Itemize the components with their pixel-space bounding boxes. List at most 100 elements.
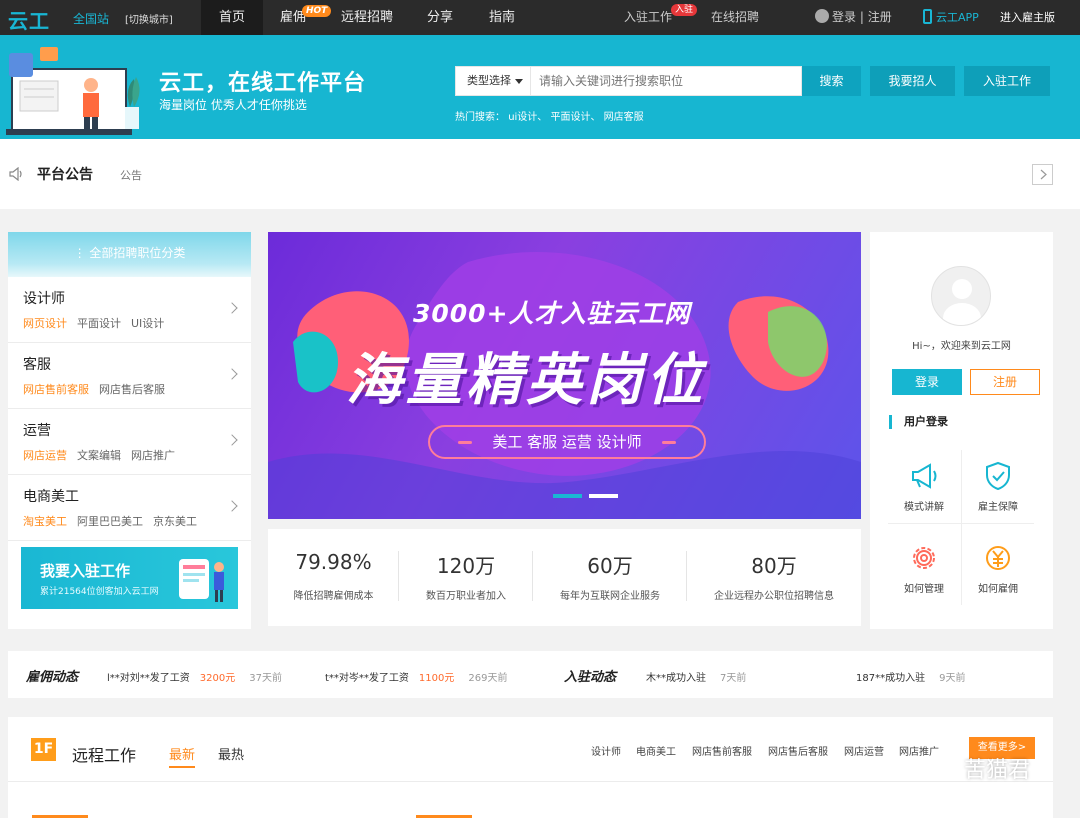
subcategory-link[interactable]: 网店售后客服 [99,383,165,396]
banner-main-title: 海量精英岗位 [346,348,706,413]
chevron-right-icon [226,368,238,380]
search-button[interactable]: 搜索 [802,66,861,96]
speaker-icon [9,167,22,181]
top-login-link[interactable]: 登录 [832,10,856,24]
chevron-right-icon [226,434,238,446]
floor-category-link[interactable]: 设计师 [591,743,621,758]
carousel-dot[interactable] [589,494,618,498]
switch-city-link[interactable]: [切换城市] [125,11,173,26]
avatar [931,266,991,326]
hire-button[interactable]: 我要招人 [870,66,955,96]
watermark-text: 苦猫君 [964,758,1031,783]
join-activity-item[interactable]: 木**成功入驻 7天前 [646,669,746,684]
how-to-hire-link[interactable]: 如何雇佣 [961,532,1035,612]
phone-illustration-icon [179,559,224,602]
activity-amount: 3200元 [199,673,236,684]
hot-search-label: 热门搜索： [455,112,505,123]
subcategory-link[interactable]: 京东美工 [153,515,197,528]
hire-activity-item[interactable]: t**对岑**发了工资 1100元 269天前 [325,669,507,684]
mode-explain-link[interactable]: 模式讲解 [887,450,961,530]
activity-amount: 1100元 [418,673,455,684]
announcement-bar: 平台公告 公告 [0,139,1080,209]
app-link[interactable]: 云工APP [923,0,979,35]
site-logo[interactable]: 云工 [8,5,50,34]
join-badge: 入驻 [671,4,698,16]
top-register-link[interactable]: 注册 [868,10,892,24]
activity-time: 37天前 [249,673,282,684]
user-login-heading: 用户登录 [889,415,948,429]
join-work-link[interactable]: 入驻工作 [624,0,672,35]
nav-home[interactable]: 首页 [201,0,263,35]
tab-hottest[interactable]: 最热 [218,744,244,763]
subcategory-link[interactable]: 网页设计 [23,317,67,330]
search-input[interactable] [532,67,800,95]
category-item-service[interactable]: 客服 网店售前客服 网店售后客服 [8,343,251,409]
employer-version-link[interactable]: 进入雇主版 [1000,0,1055,35]
floor-category-link[interactable]: 网店售前客服 [692,743,752,758]
grid-label: 雇主保障 [978,502,1018,513]
top-nav-bar: 云工 全国站 [切换城市] 首页 雇佣 HOT 远程招聘 分享 指南 入驻工作 … [0,0,1080,35]
stat-label: 每年为互联网企业服务 [560,591,660,602]
welcome-text: Hi~，欢迎来到云工网 [912,341,1011,352]
stat-item: 80万 企业远程办公职位招聘信息 [687,529,861,626]
activity-text: l**对刘**发了工资 [107,673,190,684]
login-button[interactable]: 登录 [892,369,962,395]
join-activity-item[interactable]: 187**成功入驻 9天前 [856,669,965,684]
subcategory-link[interactable]: 平面设计 [77,317,121,330]
join-promo-card[interactable]: 我要入驻工作 累计21564位创客加入云工网 [21,547,238,609]
nav-guide[interactable]: 指南 [476,0,528,35]
nav-remote-recruit[interactable]: 远程招聘 [330,0,404,35]
employer-guarantee-link[interactable]: 雇主保障 [961,450,1035,530]
chevron-right-icon [1040,169,1047,180]
hot-search-items[interactable]: ui设计、 平面设计、 网店客服 [508,112,643,123]
category-subs: 网店售前客服 网店售后客服 [23,381,175,397]
category-name: 运营 [23,423,51,439]
grid-label: 模式讲解 [904,502,944,513]
subcategory-link[interactable]: 网店运营 [23,449,67,462]
category-panel-title: ⋮ 全部招聘职位分类 [8,232,251,277]
top-separator: | [859,10,864,24]
header-slogan: 云工，在线工作平台 [159,71,367,96]
floor-category-link[interactable]: 网店运营 [844,743,884,758]
floor-remote-work: 1F 远程工作 最新 最热 设计师 电商美工 网店售前客服 网店售后客服 网店运… [8,717,1053,818]
megaphone-icon [912,463,937,489]
floor-category-link[interactable]: 网店售后客服 [768,743,828,758]
app-label: 云工APP [936,11,979,24]
carousel-dot-active[interactable] [553,494,582,498]
subcategory-link[interactable]: 网店推广 [131,449,175,462]
search-type-select[interactable]: 类型选择 [456,67,531,95]
category-item-operation[interactable]: 运营 网店运营 文案编辑 网店推广 [8,409,251,475]
current-city: 全国站 [73,12,110,26]
activity-time: 9天前 [939,673,966,684]
announcement-next-button[interactable] [1032,164,1053,185]
floor-category-link[interactable]: 电商美工 [636,743,676,758]
category-item-designer[interactable]: 设计师 网页设计 平面设计 UI设计 [8,277,251,343]
nav-share[interactable]: 分享 [414,0,466,35]
stat-label: 降低招聘雇佣成本 [293,591,374,602]
subcategory-link[interactable]: 淘宝美工 [23,515,67,528]
activity-time: 7天前 [720,673,747,684]
announcement-text[interactable]: 公告 [120,167,142,183]
chevron-down-icon [515,79,523,84]
stat-value: 120万 [436,554,496,578]
join-work-button[interactable]: 入驻工作 [964,66,1050,96]
gear-icon [913,547,935,569]
subcategory-link[interactable]: 阿里巴巴美工 [77,515,143,528]
subcategory-link[interactable]: 网店售前客服 [23,383,89,396]
subcategory-link[interactable]: 文案编辑 [77,449,121,462]
hire-activity-title: 雇佣动态 [26,670,79,685]
tab-latest[interactable]: 最新 [169,744,196,768]
yen-coin-icon [986,546,1010,570]
category-subs: 网页设计 平面设计 UI设计 [23,315,174,331]
subcategory-link[interactable]: UI设计 [131,317,164,330]
category-item-ecommerce-art[interactable]: 电商美工 淘宝美工 阿里巴巴美工 京东美工 [8,475,251,541]
register-button[interactable]: 注册 [970,369,1040,395]
stat-item: 60万 每年为互联网企业服务 [533,529,687,626]
office-illustration-icon [6,47,140,135]
activity-text: 木**成功入驻 [646,673,706,684]
hire-activity-item[interactable]: l**对刘**发了工资 3200元 37天前 [107,669,282,684]
user-panel: Hi~，欢迎来到云工网 登录 注册 用户登录 模式讲解 雇主保障 如何管理 如何… [870,232,1053,629]
online-recruit-link[interactable]: 在线招聘 [711,0,759,35]
how-to-manage-link[interactable]: 如何管理 [887,532,961,612]
main-carousel-banner[interactable]: 3000+人才入驻云工网 海量精英岗位 美工 客服 运营 设计师 [268,232,861,519]
